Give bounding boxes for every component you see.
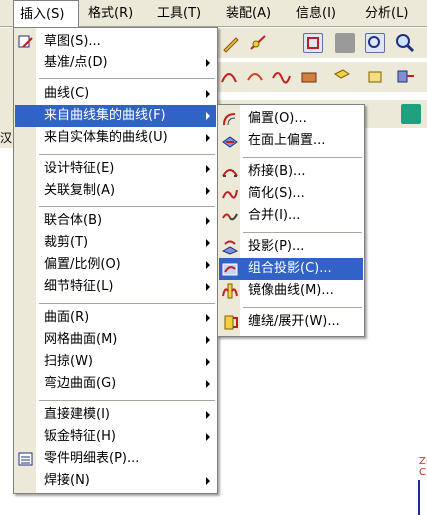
menu-format[interactable]: 格式(R) — [88, 0, 133, 27]
left-toolbar-strip — [0, 28, 14, 128]
menu-separator — [39, 78, 215, 80]
parts-list-icon — [18, 451, 34, 467]
submenu-item-wrap-unwrap[interactable]: 缠绕/展开(W)... — [219, 311, 363, 333]
menu-separator — [39, 400, 215, 402]
surface-tool-icon[interactable] — [299, 66, 319, 86]
submenu-arrow-icon — [206, 187, 210, 195]
menu-item-surface[interactable]: 曲面(R) — [15, 307, 216, 329]
menu-item-datum-point[interactable]: 基准/点(D) — [15, 52, 216, 74]
menu-insert[interactable]: 插入(S) — [13, 0, 79, 28]
offset-curve-icon — [222, 111, 238, 127]
submenu-item-combined-projection[interactable]: 组合投影(C)... — [219, 258, 363, 280]
submenu-arrow-icon — [206, 477, 210, 485]
submenu-arrow-icon — [206, 261, 210, 269]
arc-tool-icon[interactable] — [245, 66, 265, 86]
menu-separator — [243, 307, 362, 309]
menu-item-offset-scale[interactable]: 偏置/比例(O) — [15, 254, 216, 276]
menu-item-mesh-surface[interactable]: 网格曲面(M) — [15, 329, 216, 351]
submenu-arrow-icon — [206, 283, 210, 291]
combined-projection-icon — [222, 261, 238, 277]
fit-view-icon[interactable] — [303, 33, 323, 53]
submenu-item-simplify[interactable]: 简化(S)... — [219, 183, 363, 205]
menu-item-weld[interactable]: 焊接(N) — [15, 470, 216, 492]
submenu-arrow-icon — [206, 134, 210, 142]
menu-item-detail-feature[interactable]: 细节特征(L) — [15, 276, 216, 298]
spline-tool-icon[interactable] — [271, 66, 291, 86]
menu-assembly[interactable]: 装配(A) — [226, 0, 271, 27]
axis-label: Z-C — [419, 456, 427, 478]
submenu-arrow-icon — [206, 314, 210, 322]
sketch-tool-icon[interactable] — [249, 33, 269, 53]
toolbar-row-2 — [215, 62, 427, 92]
zoom-icon[interactable] — [395, 33, 415, 53]
sketch-icon — [18, 34, 34, 50]
menu-info[interactable]: 信息(I) — [296, 0, 336, 27]
block-tool-icon[interactable] — [365, 66, 385, 86]
menu-item-combine[interactable]: 联合体(B) — [15, 210, 216, 232]
menu-item-curve[interactable]: 曲线(C) — [15, 83, 216, 105]
feature-tool-icon[interactable] — [401, 104, 421, 124]
submenu-arrow-icon — [206, 112, 210, 120]
mirror-curve-icon — [222, 283, 238, 299]
insert-menu: 草图(S)... 基准/点(D) 曲线(C) 来自曲线集的曲线(F) 来自实体集… — [13, 27, 218, 494]
pencil-icon[interactable] — [221, 33, 241, 53]
menu-separator — [243, 157, 362, 159]
shade-view-icon[interactable] — [335, 33, 355, 53]
submenu-arrow-icon — [206, 239, 210, 247]
curve-from-curves-submenu: 偏置(O)... 在面上偏置... 桥接(B)... 简化(S)... 合并(I… — [217, 104, 365, 337]
join-curve-icon — [222, 208, 238, 224]
box-tool-icon[interactable] — [331, 66, 351, 86]
submenu-arrow-icon — [206, 336, 210, 344]
offset-in-face-icon — [222, 133, 238, 149]
menu-separator — [39, 206, 215, 208]
submenu-item-bridge[interactable]: 桥接(B)... — [219, 161, 363, 183]
menu-item-curve-from-curves[interactable]: 来自曲线集的曲线(F) — [15, 105, 216, 127]
submenu-arrow-icon — [206, 90, 210, 98]
submenu-item-project[interactable]: 投影(P)... — [219, 236, 363, 258]
submenu-item-offset[interactable]: 偏置(O)... — [219, 108, 363, 130]
submenu-item-join[interactable]: 合并(I)... — [219, 205, 363, 227]
menu-item-trim[interactable]: 裁剪(T) — [15, 232, 216, 254]
menu-separator — [243, 232, 362, 234]
submenu-arrow-icon — [206, 358, 210, 366]
submenu-arrow-icon — [206, 59, 210, 67]
menu-item-direct-modeling[interactable]: 直接建模(I) — [15, 404, 216, 426]
side-tab[interactable]: 汉 — [0, 128, 14, 148]
menu-item-parts-list[interactable]: 零件明细表(P)... — [15, 448, 216, 470]
extract-tool-icon[interactable] — [395, 66, 415, 86]
submenu-arrow-icon — [206, 411, 210, 419]
z-axis-line — [418, 480, 420, 515]
menubar: 插入(S) 格式(R) 工具(T) 装配(A) 信息(I) 分析(L) — [0, 0, 427, 28]
menu-separator — [39, 154, 215, 156]
menu-item-curve-from-bodies[interactable]: 来自实体集的曲线(U) — [15, 127, 216, 149]
menu-item-sweep[interactable]: 扫掠(W) — [15, 351, 216, 373]
menu-item-sketch[interactable]: 草图(S)... — [15, 31, 216, 53]
submenu-arrow-icon — [206, 165, 210, 173]
toolbar-row-1 — [215, 28, 427, 58]
wrap-unwrap-icon — [222, 314, 238, 330]
simplify-curve-icon — [222, 186, 238, 202]
menu-separator — [39, 303, 215, 305]
menu-analysis[interactable]: 分析(L) — [365, 0, 408, 27]
menu-item-design-feature[interactable]: 设计特征(E) — [15, 158, 216, 180]
curve-tool-icon[interactable] — [219, 66, 239, 86]
project-curve-icon — [221, 239, 239, 255]
menu-item-sheet-metal[interactable]: 钣金特征(H) — [15, 426, 216, 448]
submenu-item-mirror-curve[interactable]: 镜像曲线(M)... — [219, 280, 363, 302]
submenu-arrow-icon — [206, 433, 210, 441]
zoom-window-icon[interactable] — [365, 33, 385, 53]
menu-tools[interactable]: 工具(T) — [157, 0, 201, 27]
submenu-item-offset-in-face[interactable]: 在面上偏置... — [219, 130, 363, 152]
bridge-curve-icon — [222, 164, 238, 180]
menu-item-associative-copy[interactable]: 关联复制(A) — [15, 180, 216, 202]
submenu-arrow-icon — [206, 380, 210, 388]
submenu-arrow-icon — [206, 217, 210, 225]
menu-item-flange-surface[interactable]: 弯边曲面(G) — [15, 373, 216, 395]
